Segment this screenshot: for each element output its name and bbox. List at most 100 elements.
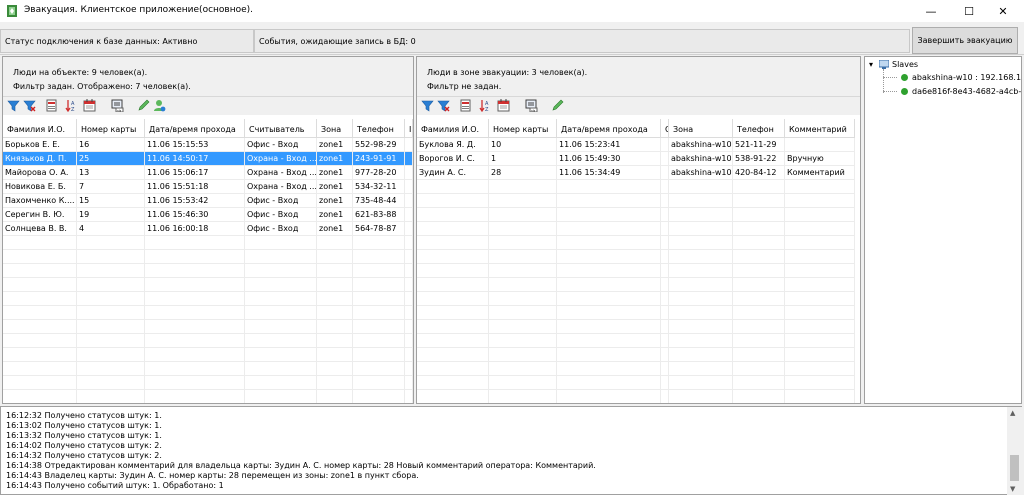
user-icon[interactable]	[153, 99, 166, 112]
title-bar: Эвакуация. Клиентское приложение(основно…	[0, 0, 1024, 22]
tree-line	[883, 77, 897, 78]
calendar-icon[interactable]	[497, 99, 510, 112]
table-cell: 11.06 15:15:53	[145, 138, 245, 152]
column-header[interactable]: Фамилия И.О.	[417, 119, 489, 138]
scroll-down-icon[interactable]: ▼	[1010, 485, 1015, 493]
sort-icon[interactable]: AZ	[479, 99, 492, 112]
column-header[interactable]: Фамилия И.О.	[3, 119, 77, 138]
empty-row	[417, 362, 855, 376]
log-scrollbar[interactable]: ▲ ▼	[1007, 407, 1022, 495]
column-header[interactable]: Комментарий	[785, 119, 855, 138]
maximize-button[interactable]: ☐	[952, 0, 986, 22]
filter-icon[interactable]	[421, 99, 434, 112]
table-cell: zone1	[317, 166, 353, 180]
table-cell: 15	[77, 194, 145, 208]
status-bar: Статус подключения к базе данных: Активн…	[0, 27, 1024, 55]
evacuation-zone-table[interactable]: Фамилия И.О. Номер карты Дата/время проход…	[417, 119, 860, 403]
column-header[interactable]: С	[661, 119, 669, 138]
table-cell: zone1	[317, 194, 353, 208]
evacuation-zone-panel: Люди в зоне эвакуации: 3 человек(а). Фил…	[416, 56, 861, 404]
table-cell: Охрана - Вход ...	[245, 166, 317, 180]
edit-icon[interactable]	[137, 99, 150, 112]
table-cell: Охрана - Вход ...	[245, 152, 317, 166]
column-header[interactable]: Дата/время прохода	[145, 119, 245, 138]
table-cell: 621-83-88	[353, 208, 405, 222]
grid-line	[732, 138, 733, 403]
grid-line	[660, 138, 661, 403]
table-cell: 4	[77, 222, 145, 236]
log-entry: 16:14:43 Получено событий штук: 1. Обраб…	[6, 481, 224, 490]
report-icon[interactable]: xls	[111, 99, 124, 112]
column-header[interactable]: Телефон	[353, 119, 405, 138]
sort-icon[interactable]: AZ	[65, 99, 78, 112]
table-cell	[785, 138, 855, 152]
table-cell: 11.06 15:53:42	[145, 194, 245, 208]
log-entry: 16:14:02 Получено статусов штук: 2.	[6, 441, 162, 450]
event-log[interactable]: 16:12:32 Получено статусов штук: 1. 16:13…	[0, 406, 1022, 495]
table-cell: 11.06 15:06:17	[145, 166, 245, 180]
people-on-site-table[interactable]: Фамилия И.О. Номер карты Дата/время проход…	[3, 119, 413, 403]
calendar-icon[interactable]	[83, 99, 96, 112]
grid-line	[352, 138, 353, 403]
log-entry: 16:14:38 Отредактирован комментарий для …	[6, 461, 596, 470]
table-cell: Офис - Вход	[245, 222, 317, 236]
edit-icon[interactable]	[551, 99, 564, 112]
left-filter-info: Фильтр задан. Отображено: 7 человек(а).	[13, 82, 191, 91]
table-cell: 7	[77, 180, 145, 194]
table-cell: 11.06 15:34:49	[557, 166, 661, 180]
table-cell: abakshina-w10	[669, 138, 733, 152]
log-scroll-thumb[interactable]	[1010, 455, 1019, 481]
column-header[interactable]: Номер карты	[489, 119, 557, 138]
table-cell: 1	[489, 152, 557, 166]
empty-row	[417, 208, 855, 222]
table-cell: Князьков Д. П.	[3, 152, 77, 166]
right-toolbar: A Z xls	[417, 97, 860, 115]
close-button[interactable]: ✕	[986, 0, 1020, 22]
tree-item-slave-2[interactable]: da6e816f-8e43-4682-a4cb-1	[912, 87, 1021, 96]
column-header[interactable]: Номер карты	[77, 119, 145, 138]
table-cell: 11.06 15:23:41	[557, 138, 661, 152]
app-icon	[7, 5, 17, 17]
export-icon[interactable]	[45, 99, 58, 112]
tree-collapse-icon[interactable]: ▾	[869, 60, 873, 69]
finish-evacuation-button[interactable]: Завершить эвакуацию	[912, 27, 1018, 54]
table-row[interactable]: Буклова Я. Д. 10 11.06 15:23:41 abakshina-w…	[417, 138, 855, 152]
close-icon: ✕	[998, 4, 1008, 18]
column-header[interactable]: Считыватель	[245, 119, 317, 138]
filter-icon[interactable]	[7, 99, 20, 112]
tree-item-slave-1[interactable]: abakshina-w10 : 192.168.1.	[912, 73, 1021, 82]
slaves-tree[interactable]: ▾ Slaves abakshina-w10 : 192.168.1. da6e…	[864, 56, 1022, 404]
empty-row	[417, 278, 855, 292]
table-row[interactable]: Зудин А. С. 28 11.06 15:34:49 abakshina-w10…	[417, 166, 855, 180]
empty-row	[417, 320, 855, 334]
clear-filter-icon[interactable]	[23, 99, 36, 112]
network-icon	[879, 60, 889, 69]
clear-filter-icon[interactable]	[437, 99, 450, 112]
svg-text:xls: xls	[531, 108, 536, 112]
table-row[interactable]: Ворогов И. С. 1 11.06 15:49:30 abakshina-w1…	[417, 152, 855, 166]
grid-line	[488, 138, 489, 403]
people-on-site-count: Люди на объекте: 9 человек(а).	[13, 68, 148, 77]
tree-root-slaves[interactable]: Slaves	[892, 60, 918, 69]
svg-text:Z: Z	[485, 107, 489, 112]
column-header[interactable]: Зона	[317, 119, 353, 138]
export-icon[interactable]	[459, 99, 472, 112]
empty-row	[417, 180, 855, 194]
maximize-icon: ☐	[964, 4, 974, 18]
empty-row	[417, 292, 855, 306]
status-online-icon	[901, 88, 908, 95]
table-cell: 16	[77, 138, 145, 152]
column-header[interactable]: Зона	[669, 119, 733, 138]
column-header[interactable]: Дата/время прохода	[557, 119, 661, 138]
log-entry: 16:13:02 Получено статусов штук: 1.	[6, 421, 162, 430]
minimize-button[interactable]: —	[914, 0, 948, 22]
scroll-up-icon[interactable]: ▲	[1010, 409, 1015, 417]
table-cell: abakshina-w10	[669, 152, 733, 166]
column-header[interactable]: Телефон	[733, 119, 785, 138]
table-cell: Пахомченко К....	[3, 194, 77, 208]
log-entry: 16:13:32 Получено статусов штук: 1.	[6, 431, 162, 440]
report-icon[interactable]: xls	[525, 99, 538, 112]
table-cell: Зудин А. С.	[417, 166, 489, 180]
table-cell: 19	[77, 208, 145, 222]
column-header[interactable]: I	[405, 119, 413, 138]
